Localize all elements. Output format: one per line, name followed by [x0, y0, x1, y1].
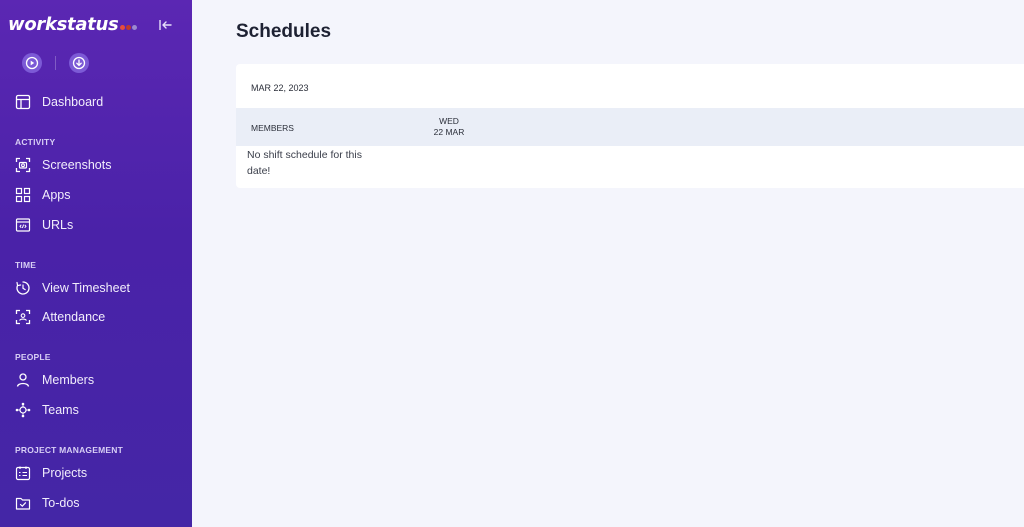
schedule-date[interactable]: MAR 22, 2023: [251, 83, 309, 93]
logo-dots: [120, 17, 138, 35]
sidebar-item-label: Dashboard: [42, 95, 104, 109]
table-header: MEMBERS WED 22 MAR: [236, 108, 1024, 146]
projects-icon: [14, 465, 31, 482]
sidebar-item-label: Attendance: [42, 310, 106, 324]
quick-actions: [22, 53, 89, 73]
sidebar-item-label: Projects: [42, 466, 88, 480]
sidebar-item-label: Apps: [42, 188, 71, 202]
sidebar-item-label: View Timesheet: [42, 281, 131, 295]
sidebar-item-label: To-dos: [42, 496, 80, 510]
divider: [55, 56, 56, 70]
play-icon[interactable]: [22, 53, 42, 73]
url-icon: [14, 217, 31, 234]
screenshot-icon: [14, 157, 31, 174]
sidebar-item-attendance[interactable]: Attendance: [14, 306, 182, 328]
brand-logo: workstatus: [8, 14, 119, 35]
sidebar-item-members[interactable]: Members: [14, 369, 182, 391]
download-icon[interactable]: [69, 53, 89, 73]
section-label-project-management: PROJECT MANAGEMENT: [15, 445, 123, 455]
user-icon: [14, 372, 31, 389]
day-weekday: WED: [439, 116, 459, 126]
sidebar-item-dashboard[interactable]: Dashboard: [14, 91, 182, 113]
section-label-people: PEOPLE: [15, 352, 51, 362]
schedule-card: MAR 22, 2023 MEMBERS WED 22 MAR No shift…: [236, 64, 1024, 188]
section-label-time: TIME: [15, 260, 37, 270]
sidebar-item-view-timesheet[interactable]: View Timesheet: [14, 277, 182, 299]
sidebar-item-screenshots[interactable]: Screenshots: [14, 154, 182, 176]
sidebar-item-todos[interactable]: To-dos: [14, 492, 182, 514]
sidebar-item-label: URLs: [42, 218, 74, 232]
column-header-day: WED 22 MAR: [416, 116, 482, 138]
timer-icon: [14, 280, 31, 297]
sidebar-item-label: Members: [42, 373, 95, 387]
logo-row: workstatus: [8, 14, 184, 36]
todos-icon: [14, 495, 31, 512]
sidebar-item-urls[interactable]: URLs: [14, 214, 182, 236]
sidebar-item-apps[interactable]: Apps: [14, 184, 182, 206]
attendance-icon: [14, 309, 31, 326]
empty-state-message: No shift schedule for this date!: [247, 149, 362, 177]
column-header-members: MEMBERS: [251, 123, 294, 133]
page-title: Schedules: [236, 21, 332, 42]
dashboard-icon: [14, 94, 31, 111]
sidebar-item-teams[interactable]: Teams: [14, 399, 182, 421]
apps-grid-icon: [14, 187, 31, 204]
sidebar-item-projects[interactable]: Projects: [14, 462, 182, 484]
collapse-sidebar-icon[interactable]: [156, 16, 174, 34]
section-label-activity: ACTIVITY: [15, 137, 56, 147]
sidebar-item-label: Screenshots: [42, 158, 112, 172]
day-date: 22 MAR: [433, 127, 465, 137]
sidebar: workstatus Dashboard ACTIVITY Screenshot…: [0, 0, 192, 527]
sidebar-item-label: Teams: [42, 403, 79, 417]
teams-icon: [14, 402, 31, 419]
